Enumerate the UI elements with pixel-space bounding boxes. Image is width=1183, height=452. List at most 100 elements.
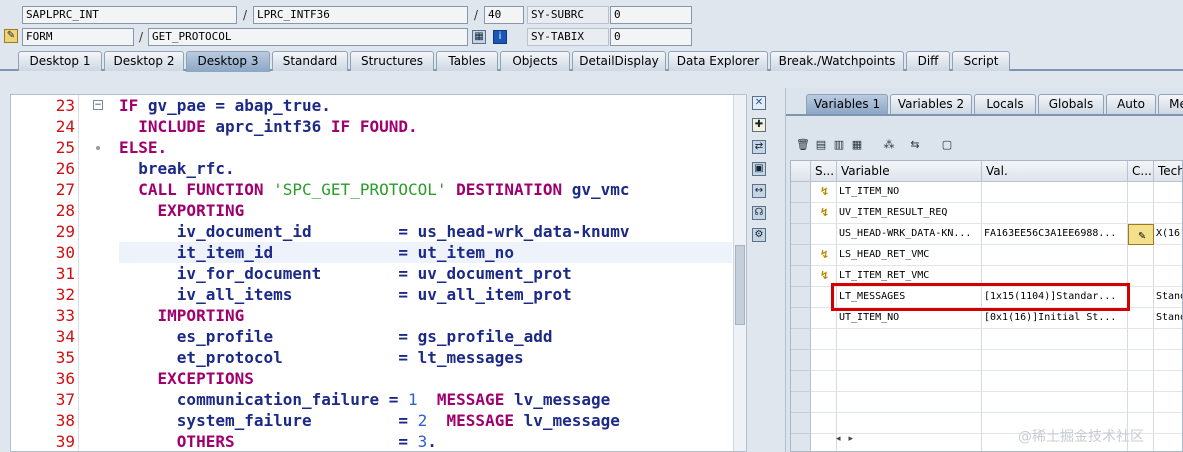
tab-desktop-1[interactable]: Desktop 1 [18, 51, 102, 71]
row-selector[interactable] [791, 392, 811, 413]
tool-settings-icon[interactable]: ⚙ [752, 228, 766, 242]
cell-c[interactable] [1128, 245, 1154, 266]
new-tool-icon[interactable]: ✚ [752, 118, 766, 132]
tab-tables[interactable]: Tables [436, 51, 498, 71]
tab-break-watchpoints[interactable]: Break./Watchpoints [770, 51, 904, 71]
empty-cell[interactable] [837, 371, 982, 392]
cell-var[interactable]: UV_ITEM_RESULT_REQ [837, 203, 982, 224]
layout-icon[interactable]: ▢ [940, 138, 954, 152]
empty-cell[interactable] [837, 413, 982, 434]
tab-variables-1[interactable]: Variables 1 [806, 94, 888, 114]
code-line[interactable]: system_failure = 2 MESSAGE lv_message [119, 410, 732, 431]
tab-desktop-3[interactable]: Desktop 3 [186, 51, 270, 72]
source-editor[interactable]: 23 IF gv_pae = abap_true. 24 INCLUDE aprc_… [10, 94, 747, 452]
cell-tech[interactable]: Stand [1154, 308, 1182, 329]
empty-cell[interactable] [837, 329, 982, 350]
sy-tabix-value[interactable]: 0 [610, 28, 692, 46]
cell-tech[interactable] [1154, 182, 1182, 203]
info-icon[interactable]: i [493, 30, 507, 44]
row-selector[interactable] [791, 287, 811, 308]
include-field[interactable]: LPRC_INTF36 [253, 6, 468, 24]
code-line[interactable]: IF gv_pae = abap_true. [119, 95, 732, 116]
swap-tool-icon[interactable]: ⇄ [752, 140, 766, 154]
row-selector[interactable] [791, 182, 811, 203]
editor-scrollbar[interactable] [733, 95, 746, 451]
row-selector[interactable] [791, 245, 811, 266]
cell-val[interactable] [982, 245, 1128, 266]
cell-c[interactable] [1128, 287, 1154, 308]
tab-objects[interactable]: Objects [500, 51, 570, 71]
program-field[interactable]: SAPLPRC_INT [22, 6, 237, 24]
row-selector[interactable] [791, 224, 811, 245]
empty-cell[interactable] [1128, 350, 1154, 371]
code-line[interactable]: it_item_id = ut_item_no [119, 242, 732, 263]
cell-c[interactable] [1128, 266, 1154, 287]
services-icon[interactable]: ☊ [752, 206, 766, 220]
code-line[interactable]: break_rfc. [119, 158, 732, 179]
empty-cell[interactable] [1128, 329, 1154, 350]
row-selector[interactable] [791, 371, 811, 392]
code-line[interactable]: communication_failure = 1 MESSAGE lv_mes… [119, 389, 732, 410]
empty-cell[interactable] [982, 392, 1128, 413]
column-header-variable[interactable]: Variable [837, 161, 982, 182]
line-field[interactable]: 40 [484, 6, 524, 24]
code-line[interactable]: iv_document_id = us_head-wrk_data-knumv [119, 221, 732, 242]
empty-cell[interactable] [1154, 392, 1182, 413]
edit-value-icon[interactable]: ✎ [1128, 224, 1154, 245]
tab-data-explorer[interactable]: Data Explorer [668, 51, 768, 71]
table-icon[interactable]: ▦ [850, 138, 864, 152]
column-header-change[interactable]: C... [1128, 161, 1154, 182]
row-selector[interactable] [791, 308, 811, 329]
fold-toggle-icon[interactable]: − [93, 100, 103, 110]
transfer-icon[interactable]: ⇆ [908, 138, 922, 152]
code-line[interactable]: et_protocol = lt_messages [119, 347, 732, 368]
cell-var[interactable]: UT_ITEM_NO [837, 308, 982, 329]
empty-cell[interactable] [837, 392, 982, 413]
cell-tech[interactable] [1154, 245, 1182, 266]
empty-cell[interactable] [982, 350, 1128, 371]
tab-script[interactable]: Script [952, 51, 1010, 71]
code-line[interactable]: es_profile = gs_profile_add [119, 326, 732, 347]
column-header-value[interactable]: Val. [982, 161, 1128, 182]
cell-tech[interactable] [1154, 266, 1182, 287]
cell-tech[interactable] [1154, 203, 1182, 224]
cell-var[interactable]: LT_ITEM_NO [837, 182, 982, 203]
cell-val[interactable]: FA163EE56C3A1EE6988... [982, 224, 1128, 245]
cell-c[interactable] [1128, 308, 1154, 329]
tab-diff[interactable]: Diff [906, 51, 950, 71]
cell-var[interactable]: US_HEAD-WRK_DATA-KN... [837, 224, 982, 245]
cell-c[interactable] [1128, 203, 1154, 224]
close-icon[interactable]: ✕ [752, 96, 766, 110]
code-line[interactable]: EXCEPTIONS [119, 368, 732, 389]
cell-val[interactable] [982, 203, 1128, 224]
maximize-icon[interactable]: ▣ [752, 162, 766, 176]
insert-icon[interactable]: ▤ [814, 138, 828, 152]
resize-horizontal-icon[interactable]: ↔ [752, 184, 766, 198]
tab-structures[interactable]: Structures [350, 51, 434, 71]
empty-cell[interactable] [1128, 371, 1154, 392]
row-selector[interactable] [791, 329, 811, 350]
row-selector[interactable] [791, 434, 811, 451]
code-line[interactable]: INCLUDE aprc_intf36 IF FOUND. [119, 116, 732, 137]
tab-locals[interactable]: Locals [974, 94, 1036, 114]
empty-cell[interactable] [1128, 392, 1154, 413]
tab-globals[interactable]: Globals [1038, 94, 1104, 114]
row-selector[interactable] [791, 413, 811, 434]
empty-cell[interactable] [1154, 329, 1182, 350]
row-selector[interactable] [791, 350, 811, 371]
cell-var[interactable]: LS_HEAD_RET_VMC [837, 245, 982, 266]
scrollbar-thumb[interactable] [735, 245, 745, 325]
tab-me[interactable]: Me [1158, 94, 1183, 114]
block-type-field[interactable]: FORM [22, 28, 134, 46]
empty-cell[interactable] [1154, 413, 1182, 434]
tab-standard[interactable]: Standard [272, 51, 348, 71]
tab-auto[interactable]: Auto [1106, 94, 1156, 114]
code-line[interactable]: OTHERS = 3. [119, 431, 732, 451]
sy-subrc-value[interactable]: 0 [610, 6, 692, 24]
empty-cell[interactable] [982, 371, 1128, 392]
cell-val[interactable] [982, 182, 1128, 203]
cell-tech[interactable]: X(16) [1154, 224, 1182, 245]
cell-tech[interactable]: Stand [1154, 287, 1182, 308]
empty-cell[interactable] [837, 350, 982, 371]
hierarchy-icon[interactable]: ⁂ [882, 138, 896, 152]
